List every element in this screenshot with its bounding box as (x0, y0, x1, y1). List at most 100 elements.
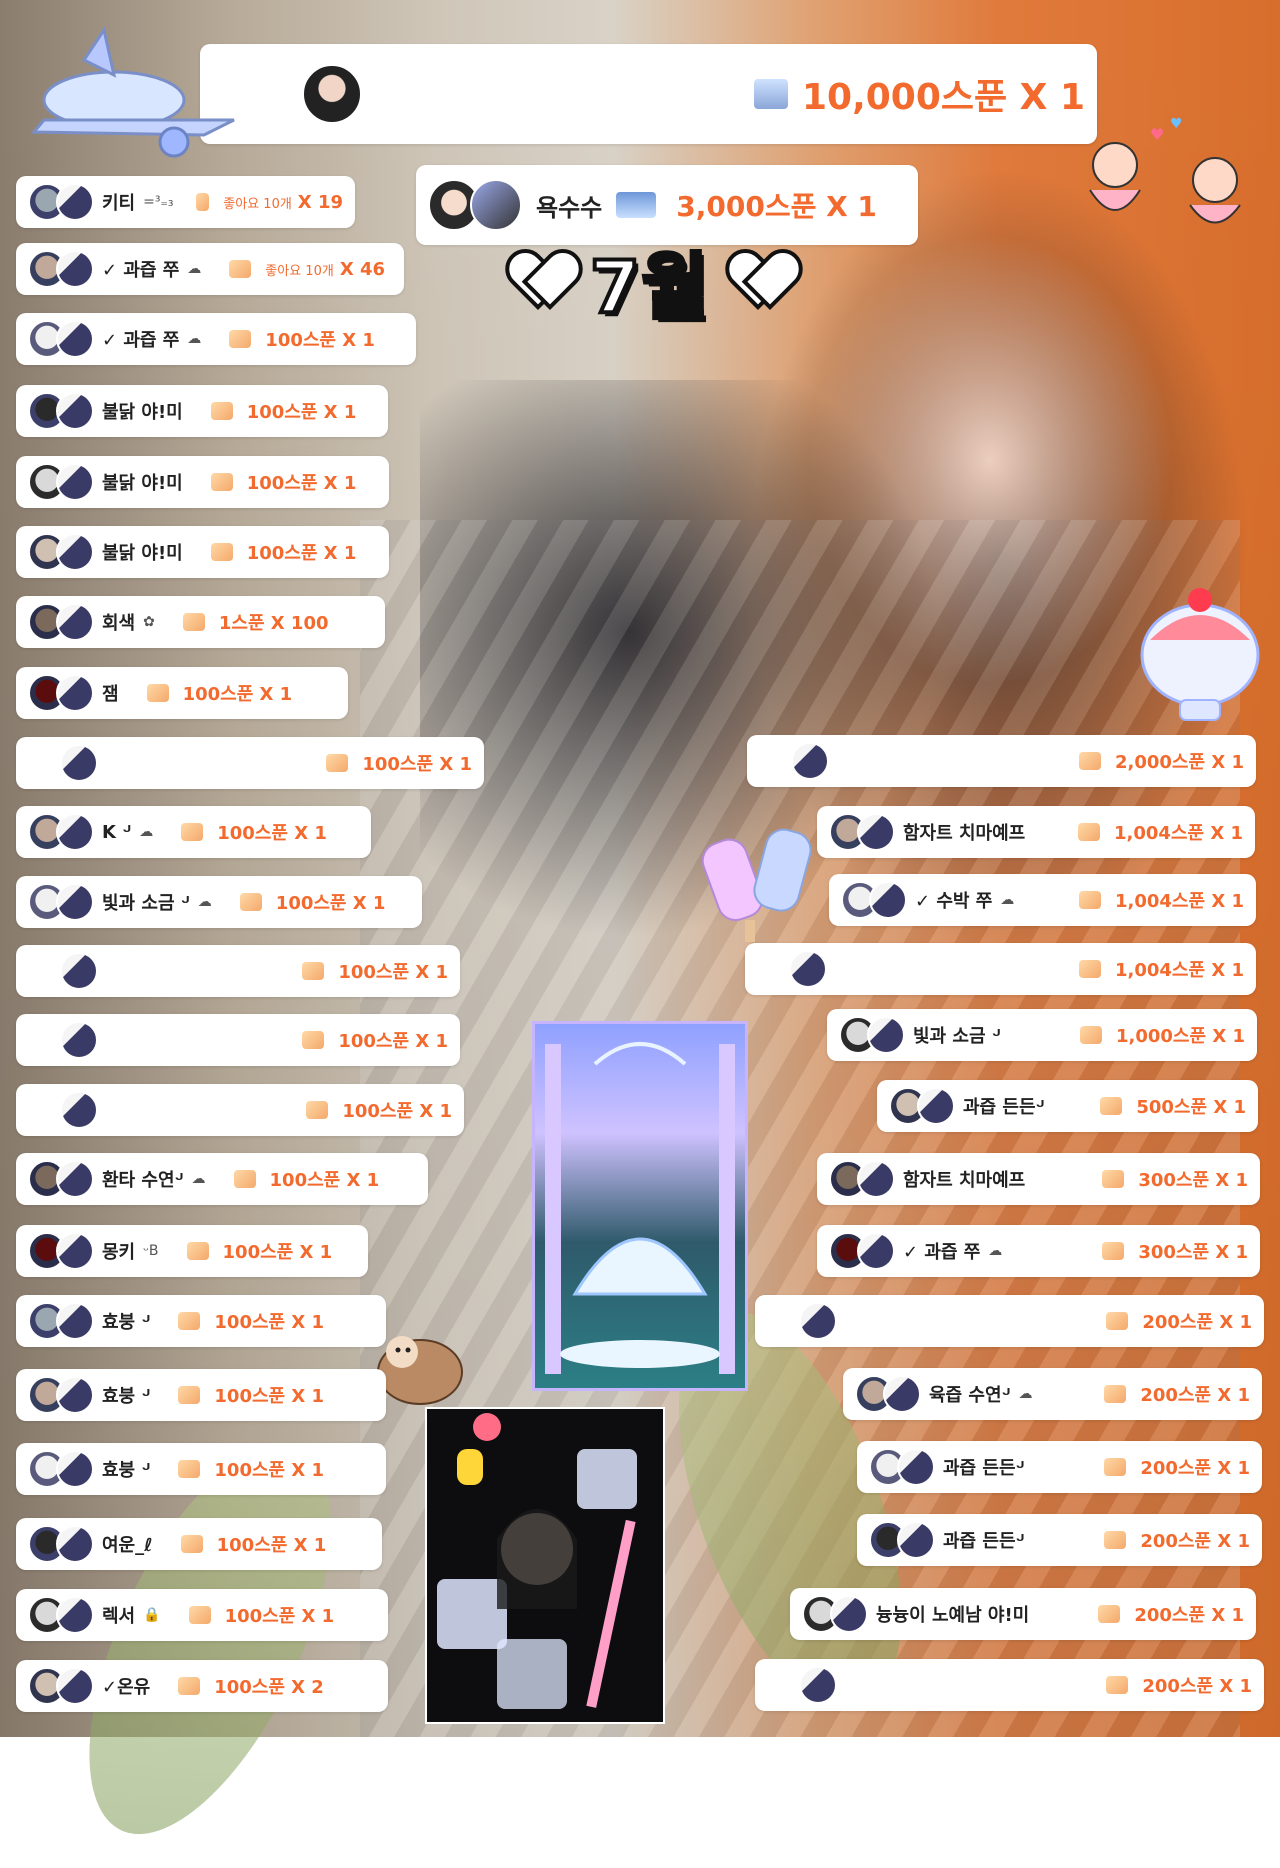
gift-amount: 100스푼 X 1 (217, 1531, 327, 1557)
avatar[interactable] (56, 1302, 94, 1340)
avatar-group[interactable] (869, 1521, 935, 1559)
donation-card: ✓ 과즙 쭈 ☁ 300스푼 X 1 (817, 1225, 1260, 1277)
avatar-group[interactable] (28, 1596, 94, 1634)
avatar-group[interactable] (28, 1376, 94, 1414)
avatar-group[interactable] (28, 1091, 98, 1129)
avatar-group[interactable] (889, 1087, 955, 1125)
avatar[interactable] (56, 1232, 94, 1270)
avatar[interactable] (857, 1160, 895, 1198)
avatar[interactable] (60, 1091, 98, 1129)
donation-card: 과즙 든든ᒢ 200스푼 X 1 (857, 1514, 1262, 1566)
avatar[interactable] (857, 813, 895, 851)
gift-icon (1079, 960, 1101, 978)
avatar-group[interactable] (28, 1160, 94, 1198)
avatar[interactable] (56, 1525, 94, 1563)
avatar[interactable] (56, 183, 94, 221)
avatar[interactable] (60, 744, 98, 782)
avatar-group[interactable] (28, 1302, 94, 1340)
avatar[interactable] (883, 1375, 921, 1413)
avatar-group[interactable] (28, 392, 94, 430)
gift-icon (186, 1242, 209, 1260)
avatar[interactable] (56, 1450, 94, 1488)
avatar-group[interactable] (28, 463, 94, 501)
avatar[interactable] (56, 1667, 94, 1705)
avatar-group[interactable] (829, 813, 895, 851)
gift-icon (178, 1386, 201, 1404)
avatar[interactable] (470, 179, 522, 231)
donation-card: ✓ 수박 쭈 ☁ 1,004스푼 X 1 (829, 874, 1256, 926)
avatar[interactable] (791, 742, 829, 780)
avatar-group[interactable] (869, 1448, 935, 1486)
gift-text: 100스푼 X 2 (214, 1677, 324, 1698)
avatar[interactable] (56, 463, 94, 501)
avatar[interactable] (799, 1302, 837, 1340)
avatar[interactable] (857, 1232, 895, 1270)
gift-text: 1스푼 X 100 (218, 613, 329, 634)
avatar-group[interactable] (802, 1595, 868, 1633)
gift-icon (1104, 1458, 1127, 1476)
avatar[interactable] (56, 674, 94, 712)
avatar-group[interactable] (28, 1021, 98, 1059)
avatar-group[interactable] (28, 533, 94, 571)
avatar-group[interactable] (28, 1525, 94, 1563)
gift-amount: 100스푼 X 1 (247, 469, 357, 495)
user-emoji: ☁ (187, 331, 202, 347)
avatar[interactable] (56, 1160, 94, 1198)
avatar-group[interactable] (28, 250, 94, 288)
avatar[interactable] (56, 392, 94, 430)
avatar[interactable] (56, 813, 94, 851)
gift-text: 1,004스푼 X 1 (1114, 823, 1243, 844)
avatar[interactable] (302, 64, 362, 124)
avatar[interactable] (867, 1016, 905, 1054)
month-title: 7월 (470, 240, 830, 331)
avatar-group[interactable] (28, 1232, 94, 1270)
gift-amount: 100스푼 X 1 (247, 539, 357, 565)
avatar[interactable] (789, 950, 827, 988)
avatar-group[interactable] (767, 1302, 837, 1340)
avatar[interactable] (897, 1521, 935, 1559)
avatar-group[interactable] (767, 1666, 837, 1704)
avatar[interactable] (56, 1376, 94, 1414)
avatar[interactable] (56, 533, 94, 571)
avatar[interactable] (56, 320, 94, 358)
avatar[interactable] (56, 250, 94, 288)
donation-card: ✓ 과즙 쭈 ☁ 좋아요 10개 X 46 (16, 243, 404, 295)
avatar[interactable] (56, 603, 94, 641)
avatar-group[interactable] (841, 881, 907, 919)
avatar-group[interactable] (28, 674, 94, 712)
avatar-group[interactable] (28, 952, 98, 990)
avatar-group[interactable] (28, 603, 94, 641)
gift-amount: 200스푼 X 1 (1140, 1527, 1250, 1553)
avatar-group[interactable] (28, 183, 94, 221)
avatar[interactable] (897, 1448, 935, 1486)
donation-card: 늉늉이 노예남 야!미 200스푼 X 1 (790, 1588, 1256, 1640)
avatar-group[interactable] (855, 1375, 921, 1413)
user-name: 과즙 든든ᒢ (943, 1458, 1025, 1479)
otter-sticker (370, 1322, 480, 1412)
avatar-group[interactable] (759, 742, 829, 780)
avatar[interactable] (56, 883, 94, 921)
gift-text: 100스푼 X 1 (182, 684, 293, 705)
avatar-group[interactable] (28, 813, 94, 851)
avatar[interactable] (869, 881, 907, 919)
gift-text: 100스푼 X 1 (338, 962, 448, 983)
avatar-group[interactable] (28, 1450, 94, 1488)
avatar-group[interactable] (829, 1160, 895, 1198)
avatar[interactable] (56, 1596, 94, 1634)
avatar-group[interactable] (829, 1232, 895, 1270)
donation-card: ✓온유 100스푼 X 2 (16, 1660, 388, 1712)
donation-card: 100스푼 X 1 (16, 945, 460, 997)
avatar-group[interactable] (28, 320, 94, 358)
avatar-group[interactable] (839, 1016, 905, 1054)
avatar[interactable] (60, 952, 98, 990)
avatar[interactable] (830, 1595, 868, 1633)
avatar-group[interactable] (28, 1667, 94, 1705)
avatar[interactable] (917, 1087, 955, 1125)
avatar[interactable] (60, 1021, 98, 1059)
avatar[interactable] (799, 1666, 837, 1704)
avatar-group[interactable] (28, 883, 94, 921)
gift-text: 200스푼 X 1 (1134, 1605, 1244, 1626)
gift-amount: 300스푼 X 1 (1138, 1166, 1248, 1192)
avatar-group[interactable] (757, 950, 827, 988)
avatar-group[interactable] (28, 744, 98, 782)
